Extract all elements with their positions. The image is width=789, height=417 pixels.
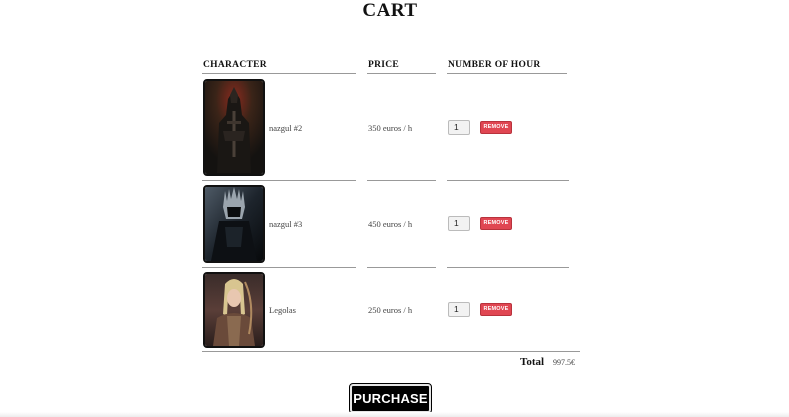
column-header-price: PRICE bbox=[368, 60, 400, 70]
character-portrait bbox=[203, 185, 265, 263]
page-title: CART bbox=[362, 0, 418, 21]
character-portrait bbox=[203, 272, 265, 348]
header-divider bbox=[202, 73, 356, 74]
remove-button[interactable]: REMOVE bbox=[480, 217, 512, 230]
row-divider bbox=[367, 180, 436, 181]
row-divider bbox=[202, 267, 356, 268]
hours-input[interactable]: 1 bbox=[448, 216, 470, 231]
remove-button[interactable]: REMOVE bbox=[480, 121, 512, 134]
character-portrait bbox=[203, 79, 265, 176]
row-divider bbox=[447, 180, 569, 181]
total-divider bbox=[202, 351, 580, 352]
row-divider bbox=[367, 267, 436, 268]
row-divider bbox=[202, 180, 356, 181]
purchase-button[interactable]: PURCHASE bbox=[349, 383, 432, 414]
page-bottom-shadow bbox=[0, 412, 789, 417]
hours-input[interactable]: 1 bbox=[448, 302, 470, 317]
total-value: 997.5€ bbox=[553, 358, 575, 367]
column-header-character: CHARACTER bbox=[203, 60, 267, 70]
column-header-hours: NUMBER OF HOUR bbox=[448, 60, 541, 70]
character-price: 450 euros / h bbox=[368, 219, 413, 229]
character-name: nazgul #2 bbox=[269, 123, 303, 133]
header-divider bbox=[447, 73, 567, 74]
remove-button[interactable]: REMOVE bbox=[480, 303, 512, 316]
character-name: Legolas bbox=[269, 305, 296, 315]
character-price: 350 euros / h bbox=[368, 123, 413, 133]
row-divider bbox=[447, 267, 569, 268]
character-name: nazgul #3 bbox=[269, 219, 303, 229]
hours-input[interactable]: 1 bbox=[448, 120, 470, 135]
total-label: Total bbox=[520, 356, 545, 368]
character-price: 250 euros / h bbox=[368, 305, 413, 315]
header-divider bbox=[367, 73, 436, 74]
